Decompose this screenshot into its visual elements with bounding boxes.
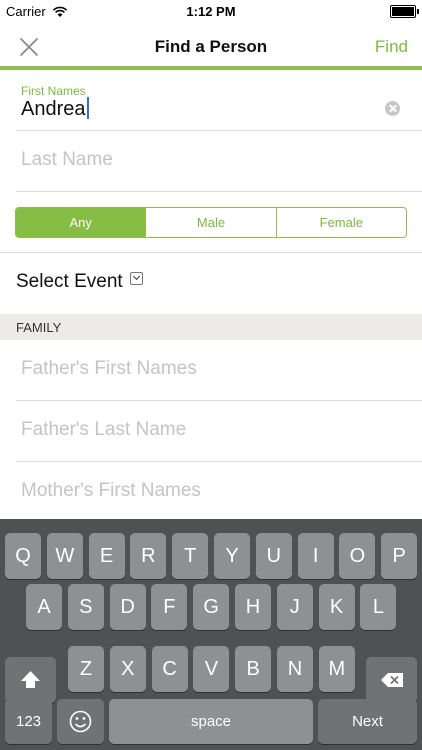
page-title: Find a Person: [154, 37, 268, 56]
gender-option-any[interactable]: Any: [16, 208, 146, 237]
battery-icon: [390, 5, 419, 18]
key-u[interactable]: U: [255, 533, 292, 579]
key-v[interactable]: V: [193, 646, 230, 692]
key-label: V: [204, 658, 219, 680]
key-label: B: [246, 658, 260, 680]
key-label: Y: [225, 545, 239, 567]
emoji-key[interactable]: [57, 699, 104, 744]
find-button[interactable]: Find: [375, 37, 408, 57]
key-m[interactable]: M: [318, 646, 355, 692]
key-label: T: [184, 545, 197, 567]
key-label: X: [121, 658, 135, 680]
key-y[interactable]: Y: [214, 533, 250, 579]
backspace-key[interactable]: [366, 657, 417, 703]
first-names-input[interactable]: Andrea: [21, 97, 361, 121]
mothers-first-names-field[interactable]: [16, 462, 422, 523]
key-label: O: [349, 545, 366, 567]
first-names-field[interactable]: First Names Andrea: [16, 70, 422, 131]
key-label: U: [266, 545, 282, 567]
key-w[interactable]: W: [46, 533, 83, 579]
key-label: M: [328, 658, 346, 680]
key-c[interactable]: C: [151, 646, 188, 692]
first-names-label: First Names: [21, 84, 86, 98]
key-label: H: [245, 596, 261, 618]
key-label: R: [141, 545, 156, 567]
key-label: E: [99, 545, 114, 567]
next-key-label: Next: [352, 713, 383, 730]
status-time: 1:12 PM: [186, 4, 236, 19]
next-key[interactable]: Next: [318, 699, 417, 744]
key-label: J: [289, 596, 300, 618]
gender-option-female[interactable]: Female: [275, 208, 406, 237]
key-x[interactable]: X: [109, 646, 146, 692]
navigation-bar: Find a Person Find: [0, 22, 422, 66]
family-section-header: FAMILY: [0, 314, 422, 340]
last-name-field[interactable]: [16, 131, 422, 192]
section-title: FAMILY: [16, 320, 62, 335]
key-label: S: [79, 596, 93, 618]
text-cursor: [86, 97, 89, 119]
last-name-input[interactable]: [21, 131, 381, 189]
key-b[interactable]: B: [235, 646, 272, 692]
key-k[interactable]: K: [318, 584, 355, 630]
key-i[interactable]: I: [297, 533, 334, 579]
gender-segmented-control[interactable]: Any Male Female: [15, 207, 407, 238]
mothers-first-names-input[interactable]: [21, 462, 381, 520]
fathers-last-name-field[interactable]: [16, 401, 422, 462]
key-label: I: [312, 545, 319, 567]
numbers-key-label: 123: [15, 713, 42, 730]
battery-level: [392, 7, 414, 16]
clear-text-icon[interactable]: [385, 101, 400, 116]
select-event-label: Select Event: [16, 271, 123, 292]
key-p[interactable]: P: [381, 533, 418, 579]
space-key[interactable]: space: [109, 699, 313, 744]
key-s[interactable]: S: [67, 584, 104, 630]
space-key-label: space: [190, 713, 232, 730]
key-label: D: [120, 596, 135, 618]
key-label: N: [287, 658, 303, 680]
key-j[interactable]: J: [276, 584, 313, 630]
key-h[interactable]: H: [235, 584, 271, 630]
key-d[interactable]: D: [109, 584, 146, 630]
fathers-first-names-input[interactable]: [21, 340, 381, 398]
shift-icon: [21, 671, 40, 688]
key-a[interactable]: A: [26, 584, 62, 630]
key-label: Z: [79, 658, 93, 680]
select-event-dropdown[interactable]: Select Event: [16, 271, 143, 293]
key-label: W: [55, 545, 75, 567]
key-label: F: [163, 596, 176, 618]
key-g[interactable]: G: [193, 584, 230, 630]
fathers-last-name-input[interactable]: [21, 401, 381, 459]
divider: [0, 252, 422, 253]
key-r[interactable]: R: [130, 533, 167, 579]
keyboard: 123 space Next Q W E R T Y U I O P A S D F G H J K L Z X C V B N…: [0, 519, 422, 750]
key-label: K: [329, 596, 344, 618]
key-n[interactable]: N: [277, 646, 313, 692]
key-t[interactable]: T: [172, 533, 209, 579]
fathers-first-names-field[interactable]: [16, 340, 422, 401]
gender-option-male[interactable]: Male: [145, 208, 275, 237]
key-label: P: [392, 545, 406, 567]
chevron-down-icon: [129, 272, 143, 285]
key-label: G: [203, 596, 219, 618]
key-z[interactable]: Z: [68, 646, 104, 692]
key-e[interactable]: E: [88, 533, 125, 579]
key-label: Q: [15, 545, 31, 567]
key-o[interactable]: O: [339, 533, 376, 579]
key-q[interactable]: Q: [5, 533, 41, 579]
status-bar: Carrier 1:12 PM: [0, 0, 422, 22]
close-icon[interactable]: [18, 36, 40, 58]
first-names-value: Andrea: [21, 98, 86, 120]
emoji-icon: [69, 710, 92, 733]
backspace-icon: [381, 673, 403, 687]
key-label: C: [162, 658, 177, 680]
key-label: A: [37, 596, 51, 618]
numbers-key[interactable]: 123: [5, 699, 52, 744]
key-l[interactable]: L: [360, 584, 397, 630]
key-f[interactable]: F: [151, 584, 188, 630]
key-label: L: [372, 596, 384, 618]
shift-key[interactable]: [5, 657, 56, 703]
